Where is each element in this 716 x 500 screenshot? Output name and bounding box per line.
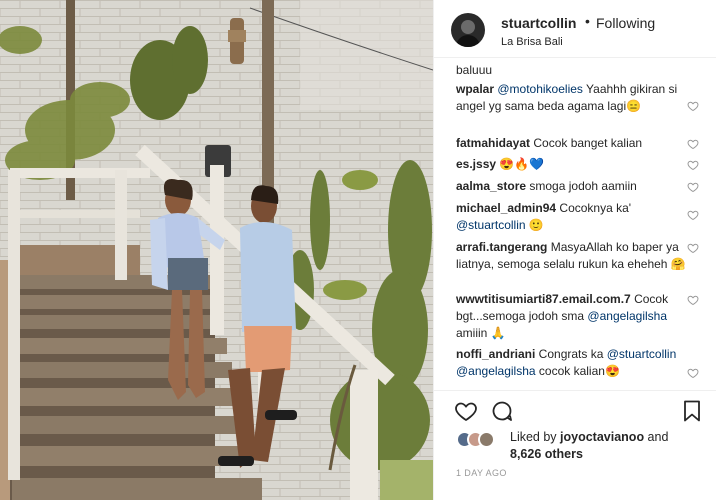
action-bar	[434, 393, 716, 429]
comment-mention[interactable]: @motohikoelies	[497, 82, 583, 96]
avatar-body	[456, 35, 480, 47]
avatar-face	[461, 20, 475, 34]
author-avatar[interactable]	[451, 13, 485, 47]
comment-username[interactable]: wpalar	[456, 82, 494, 96]
comment-text: Cocoknya ka'	[556, 201, 632, 215]
comment-username[interactable]: noffi_andriani	[456, 347, 535, 361]
comment-like-heart-icon[interactable]	[687, 242, 699, 254]
liker-avatar[interactable]	[478, 431, 495, 448]
comment-fragment: baluuu	[456, 63, 493, 77]
comment-bubble-icon[interactable]	[490, 399, 514, 423]
comment-item: wwwtitisumiarti87.email.com.7 Cocok bgt.…	[456, 291, 688, 342]
comment-mention[interactable]: @angelagilsha	[587, 309, 667, 323]
comment-like-heart-icon[interactable]	[687, 159, 699, 171]
comment-username[interactable]: wwwtitisumiarti87.email.com.7	[456, 292, 631, 306]
post-photo-image	[0, 0, 433, 500]
author-username[interactable]: stuartcollin	[501, 15, 576, 31]
save-bookmark-icon[interactable]	[680, 399, 704, 423]
comment-text: smoga jodoh aamiin	[526, 179, 637, 193]
comment-like-heart-icon[interactable]	[687, 209, 699, 221]
likes-count[interactable]: 8,626 others	[510, 447, 583, 461]
comment-text-tail: cocok kalian😍	[535, 364, 620, 378]
comment-like-heart-icon[interactable]	[687, 138, 699, 150]
comment-like-heart-icon[interactable]	[687, 100, 699, 112]
comment-username[interactable]: es.jssy	[456, 157, 496, 171]
comment-item: aalma_store smoga jodoh aamiin	[456, 178, 688, 195]
post-header: stuartcollin • Following La Brisa Bali	[434, 0, 716, 58]
comment-item: es.jssy 😍🔥💙	[456, 156, 688, 173]
likes-prefix: Liked by	[510, 430, 561, 444]
comment-text: Cocok banget kalian	[530, 136, 643, 150]
comments-list[interactable]: baluuu wpalar @motohikoelies Yaahhh giki…	[434, 59, 716, 389]
comment-mention[interactable]: @stuartcollin	[456, 218, 526, 232]
likes-text: Liked by joyoctavianoo and 8,626 others	[510, 429, 668, 463]
comment-item: michael_admin94 Cocoknya ka' @stuartcoll…	[456, 200, 688, 234]
instagram-post: stuartcollin • Following La Brisa Bali b…	[0, 0, 716, 500]
comment-username[interactable]: arrafi.tangerang	[456, 240, 547, 254]
comment-like-heart-icon[interactable]	[687, 367, 699, 379]
comment-username[interactable]: michael_admin94	[456, 201, 556, 215]
comment-item: fatmahidayat Cocok banget kalian	[456, 135, 688, 152]
following-button[interactable]: Following	[596, 15, 655, 31]
actions-divider	[434, 390, 716, 391]
comment-text-tail: amiiin 🙏	[456, 326, 506, 340]
like-heart-icon[interactable]	[454, 399, 478, 423]
comment-text-tail: 🙂	[525, 218, 544, 232]
comment-item: wpalar @motohikoelies Yaahhh gikiran si …	[456, 81, 688, 115]
comment-like-heart-icon[interactable]	[687, 181, 699, 193]
post-location[interactable]: La Brisa Bali	[501, 36, 563, 48]
comment-username[interactable]: aalma_store	[456, 179, 526, 193]
comment-text: 😍🔥💙	[496, 157, 545, 171]
comment-item: noffi_andriani Congrats ka @stuartcollin…	[456, 346, 688, 380]
comment-like-heart-icon[interactable]	[687, 294, 699, 306]
likes-and: and	[644, 430, 669, 444]
likes-summary: Liked by joyoctavianoo and 8,626 others	[456, 429, 706, 465]
liker-username[interactable]: joyoctavianoo	[560, 430, 644, 444]
post-details-panel: stuartcollin • Following La Brisa Bali b…	[433, 0, 716, 500]
comment-text: Congrats ka	[535, 347, 607, 361]
post-photo[interactable]	[0, 0, 433, 500]
comment-username[interactable]: fatmahidayat	[456, 136, 530, 150]
header-separator: •	[585, 13, 590, 29]
post-timestamp[interactable]: 1 DAY AGO	[456, 468, 507, 478]
comment-item: arrafi.tangerang MasyaAllah ko baper ya …	[456, 239, 688, 273]
